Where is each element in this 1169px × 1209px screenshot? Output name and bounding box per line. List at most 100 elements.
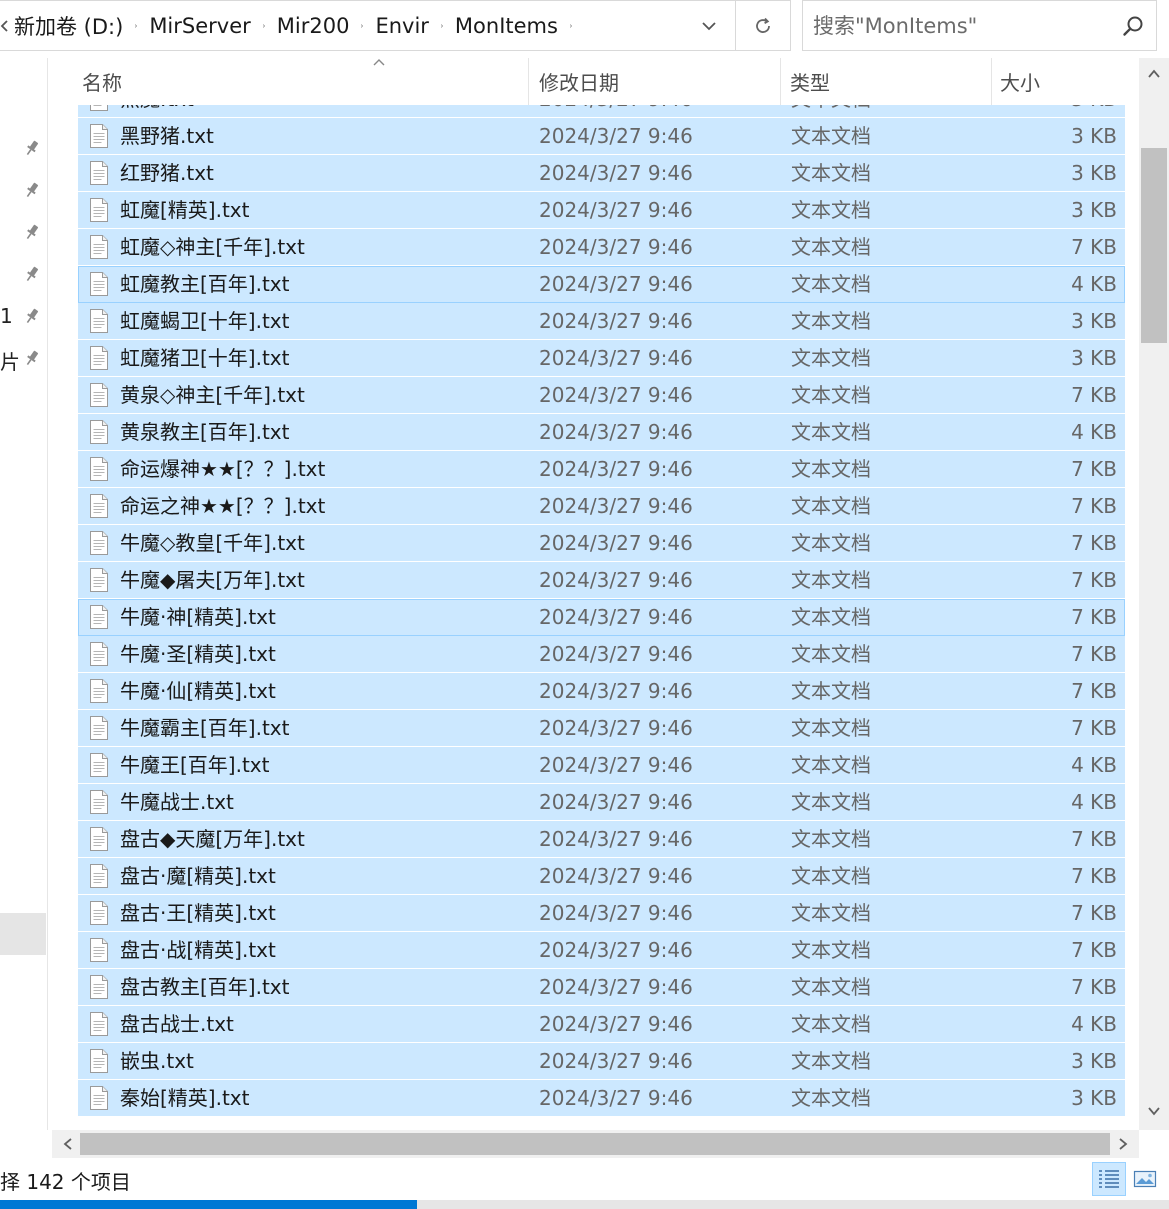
column-header-date[interactable]: 修改日期 (535, 58, 779, 105)
file-modified-date: 2024/3/27 9:46 (539, 309, 693, 333)
file-row[interactable]: 命运之神★★[？？].txt 2024/3/27 9:46 文本文档 7 KB (78, 488, 1125, 525)
scroll-up-icon[interactable] (1146, 66, 1162, 82)
file-row[interactable]: 盘古战士.txt 2024/3/27 9:46 文本文档 4 KB (78, 1006, 1125, 1043)
column-divider[interactable] (991, 58, 992, 105)
quick-access-item[interactable] (0, 128, 47, 168)
chevron-right-icon[interactable] (257, 19, 271, 33)
pin-icon[interactable] (23, 349, 41, 367)
breadcrumb-item[interactable]: MonItems (449, 14, 564, 38)
file-row[interactable]: 盘古教主[百年].txt 2024/3/27 9:46 文本文档 7 KB (78, 969, 1125, 1006)
column-header-type[interactable]: 类型 (786, 58, 990, 105)
text-file-icon (90, 938, 108, 962)
file-type: 文本文档 (791, 975, 871, 999)
chevron-left-icon[interactable] (0, 19, 8, 33)
scroll-left-icon[interactable] (60, 1136, 76, 1152)
pin-icon[interactable] (23, 181, 41, 199)
file-modified-date: 2024/3/27 9:46 (539, 605, 693, 629)
file-size: 7 KB (1071, 864, 1117, 888)
file-row[interactable]: 牛魔王[百年].txt 2024/3/27 9:46 文本文档 4 KB (78, 747, 1125, 784)
file-modified-date: 2024/3/27 9:46 (539, 975, 693, 999)
breadcrumb-item[interactable]: MirServer (143, 14, 256, 38)
quick-access-item[interactable] (0, 170, 47, 210)
column-header-name[interactable]: 名称 (78, 58, 527, 105)
file-row[interactable]: 虹魔猪卫[十年].txt 2024/3/27 9:46 文本文档 3 KB (78, 340, 1125, 377)
file-size: 7 KB (1071, 494, 1117, 518)
file-row[interactable]: 牛魔◇教皇[千年].txt 2024/3/27 9:46 文本文档 7 KB (78, 525, 1125, 562)
breadcrumb-item[interactable]: 新加卷 (D:) (8, 11, 129, 41)
scroll-right-icon[interactable] (1115, 1136, 1131, 1152)
file-row[interactable]: 黄泉教主[百年].txt 2024/3/27 9:46 文本文档 4 KB (78, 414, 1125, 451)
file-row[interactable]: 牛魔·圣[精英].txt 2024/3/27 9:46 文本文档 7 KB (78, 636, 1125, 673)
text-file-icon (90, 272, 108, 296)
file-row[interactable]: 盘古·王[精英].txt 2024/3/27 9:46 文本文档 7 KB (78, 895, 1125, 932)
nav-selected-item[interactable] (0, 913, 46, 955)
file-row[interactable]: 牛魔◆屠夫[万年].txt 2024/3/27 9:46 文本文档 7 KB (78, 562, 1125, 599)
file-size: 3 KB (1071, 198, 1117, 222)
search-box[interactable] (802, 0, 1157, 51)
file-size: 3 KB (1071, 105, 1117, 117)
chevron-right-icon[interactable] (355, 19, 369, 33)
quick-access-item[interactable]: 片 (0, 338, 47, 378)
vertical-scrollbar[interactable] (1139, 58, 1169, 1130)
chevron-right-icon[interactable] (129, 19, 143, 33)
text-file-icon (90, 1049, 108, 1073)
file-type: 文本文档 (791, 198, 871, 222)
search-icon[interactable] (1122, 15, 1144, 37)
chevron-right-icon[interactable] (435, 19, 449, 33)
search-input[interactable] (813, 10, 1113, 42)
file-row[interactable]: 牛魔战士.txt 2024/3/27 9:46 文本文档 4 KB (78, 784, 1125, 821)
breadcrumb-item[interactable]: Envir (369, 14, 434, 38)
vertical-scroll-thumb[interactable] (1141, 148, 1167, 343)
file-type: 文本文档 (791, 1012, 871, 1036)
large-icons-view-button[interactable] (1128, 1162, 1162, 1196)
file-row[interactable]: 牛魔霸主[百年].txt 2024/3/27 9:46 文本文档 7 KB (78, 710, 1125, 747)
chevron-right-icon[interactable] (564, 19, 578, 33)
file-row[interactable]: 命运爆神★★[？？].txt 2024/3/27 9:46 文本文档 7 KB (78, 451, 1125, 488)
file-name: 盘古·魔[精英].txt (120, 864, 276, 888)
file-size: 4 KB (1071, 790, 1117, 814)
refresh-button[interactable] (736, 0, 791, 51)
file-type: 文本文档 (791, 235, 871, 259)
pin-icon[interactable] (23, 223, 41, 241)
file-row[interactable]: 红野猪.txt 2024/3/27 9:46 文本文档 3 KB (78, 155, 1125, 192)
file-row[interactable]: 盘古·魔[精英].txt 2024/3/27 9:46 文本文档 7 KB (78, 858, 1125, 895)
column-header-size[interactable]: 大小 (996, 58, 1126, 105)
breadcrumb-item[interactable]: Mir200 (271, 14, 356, 38)
file-type: 文本文档 (791, 1049, 871, 1073)
file-modified-date: 2024/3/27 9:46 (539, 198, 693, 222)
quick-access-item[interactable] (0, 212, 47, 252)
column-divider[interactable] (780, 58, 781, 105)
file-name: 黄泉◇神主[千年].txt (120, 383, 305, 407)
quick-access-item[interactable]: 1 (0, 296, 47, 336)
address-history-button[interactable] (683, 1, 735, 50)
file-row[interactable]: 虹魔蝎卫[十年].txt 2024/3/27 9:46 文本文档 3 KB (78, 303, 1125, 340)
file-row[interactable]: 黄泉◇神主[千年].txt 2024/3/27 9:46 文本文档 7 KB (78, 377, 1125, 414)
horizontal-scrollbar[interactable] (52, 1130, 1139, 1158)
pin-icon[interactable] (23, 307, 41, 325)
file-row[interactable]: 虹魔教主[百年].txt 2024/3/27 9:46 文本文档 4 KB (78, 266, 1125, 303)
file-type: 文本文档 (791, 124, 871, 148)
file-name: 黄泉教主[百年].txt (120, 420, 290, 444)
text-file-icon (90, 753, 108, 777)
file-row[interactable]: 牛魔·仙[精英].txt 2024/3/27 9:46 文本文档 7 KB (78, 673, 1125, 710)
details-view-button[interactable] (1092, 1162, 1126, 1196)
file-row[interactable]: 虹魔◇神主[千年].txt 2024/3/27 9:46 文本文档 7 KB (78, 229, 1125, 266)
pin-icon[interactable] (23, 139, 41, 157)
file-type: 文本文档 (791, 420, 871, 444)
file-row[interactable]: 盘古◆天魔[万年].txt 2024/3/27 9:46 文本文档 7 KB (78, 821, 1125, 858)
file-row[interactable]: 虹魔[精英].txt 2024/3/27 9:46 文本文档 3 KB (78, 192, 1125, 229)
file-row[interactable]: 牛魔·神[精英].txt 2024/3/27 9:46 文本文档 7 KB (78, 599, 1125, 636)
horizontal-scroll-thumb[interactable] (80, 1133, 1110, 1155)
quick-access-item[interactable] (0, 254, 47, 294)
file-type: 文本文档 (791, 272, 871, 296)
file-row[interactable]: 黑魔.txt 2024/3/27 9:46 文本文档 3 KB (78, 105, 1125, 118)
file-row[interactable]: 嵌虫.txt 2024/3/27 9:46 文本文档 3 KB (78, 1043, 1125, 1080)
pin-icon[interactable] (23, 265, 41, 283)
text-file-icon (90, 716, 108, 740)
file-row[interactable]: 盘古·战[精英].txt 2024/3/27 9:46 文本文档 7 KB (78, 932, 1125, 969)
scroll-down-icon[interactable] (1146, 1103, 1162, 1119)
file-row[interactable]: 黑野猪.txt 2024/3/27 9:46 文本文档 3 KB (78, 118, 1125, 155)
column-divider[interactable] (528, 58, 529, 105)
file-row[interactable]: 秦始[精英].txt 2024/3/27 9:46 文本文档 3 KB (78, 1080, 1125, 1117)
address-bar[interactable]: 新加卷 (D:) MirServer Mir200 Envir MonItems (0, 0, 736, 51)
